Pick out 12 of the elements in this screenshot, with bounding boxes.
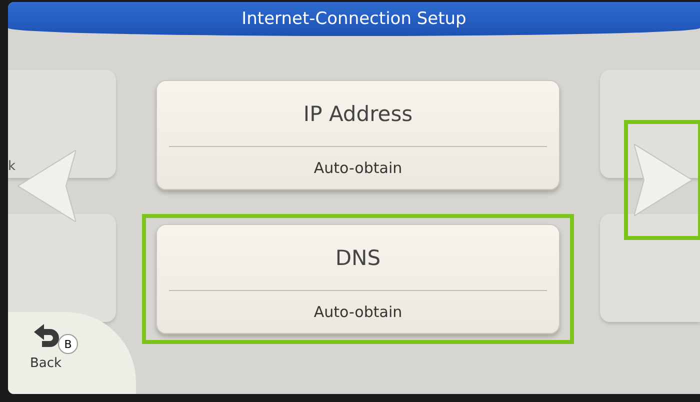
setting-card[interactable]: IP Address Auto-obtain bbox=[156, 80, 560, 190]
right-arrow-icon[interactable] bbox=[634, 144, 692, 216]
edge-text: k bbox=[8, 159, 16, 174]
screen-title: Internet-Connection Setup bbox=[242, 9, 466, 29]
b-button-icon: B bbox=[58, 334, 78, 354]
left-arrow-icon[interactable] bbox=[18, 150, 76, 222]
setting-label: IP Address bbox=[169, 81, 547, 147]
setting-value: Auto-obtain bbox=[312, 158, 404, 179]
setting-label: DNS bbox=[169, 225, 547, 291]
setting-value: Auto-obtain bbox=[312, 302, 404, 323]
back-button[interactable]: B Back bbox=[8, 312, 136, 394]
setting-card[interactable]: DNS Auto-obtain bbox=[156, 224, 560, 334]
